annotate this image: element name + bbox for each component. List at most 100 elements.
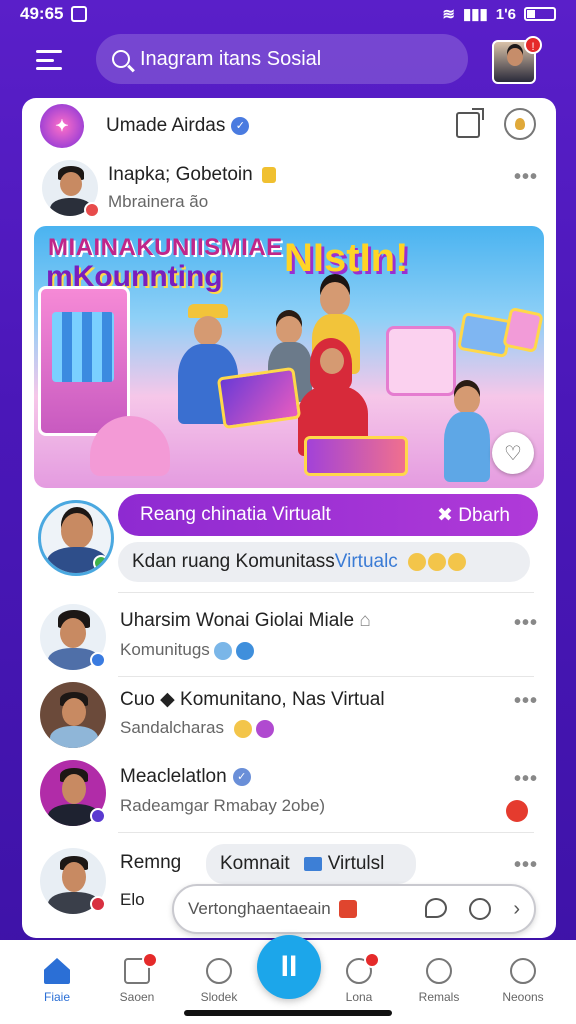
composer-placeholder: Vertonghaentaeain [188, 899, 331, 918]
emoji-icon [447, 553, 466, 571]
chat-icon [346, 952, 380, 984]
search-icon [112, 50, 130, 68]
divider [118, 592, 534, 593]
share-icon[interactable] [456, 108, 484, 138]
tag-suffix: Virtulsl [327, 853, 385, 874]
list-item[interactable]: Uharsim Wonai Giolai Miale ⌂ Komunitugs … [38, 602, 538, 674]
create-button[interactable]: II [257, 935, 321, 999]
online-badge [93, 555, 109, 571]
card-header: ✦ Umade Airdas ✓ [22, 98, 556, 154]
clock-icon [206, 958, 232, 984]
tablet-device [216, 366, 302, 430]
brand-logo[interactable]: ✦ [40, 104, 84, 148]
nav-home[interactable]: Fiaie [22, 958, 92, 1004]
verified-badge [90, 808, 106, 824]
grey-pill-text: Kdan ruang Komunitass [132, 551, 335, 572]
nav-label: Slodek [200, 990, 238, 1004]
list-item[interactable]: Meaclelatlon ✓ Radeamgar Rmabay 2obe) ••• [38, 758, 538, 830]
status-time: 49:65 [20, 4, 64, 23]
nav-lona[interactable]: Lona [324, 952, 394, 1004]
notification-icon [71, 6, 88, 22]
status-badge [84, 202, 100, 218]
timer-icon[interactable] [469, 898, 492, 920]
tablet-device [304, 436, 408, 476]
booth [386, 326, 456, 396]
more-options-icon[interactable]: ••• [514, 612, 538, 635]
grey-message-pill[interactable]: Kdan ruang Komunitass Virtualc [118, 542, 530, 582]
post-header: Inapka; Gobetoin Mbrainera ão ••• [38, 156, 538, 220]
reaction-icon[interactable]: ♡ [492, 432, 534, 474]
nav-label: Fiaie [43, 990, 70, 1004]
reaction-icon[interactable] [506, 800, 528, 822]
chat-icon[interactable] [425, 898, 448, 918]
tag-icon [262, 166, 276, 183]
tag-prefix: Komnait [220, 853, 290, 874]
send-icon[interactable]: › [513, 898, 520, 921]
status-right-text: 1ʹ6 [495, 5, 516, 23]
row-subtitle: Elo [120, 890, 145, 909]
more-options-icon[interactable]: ••• [514, 768, 538, 791]
row-name: Uharsim Wonai Giolai Miale ⌂ [120, 610, 371, 631]
list-item[interactable]: Cuo ◆ Komunitano, Nas Virtual Sandalchar… [38, 680, 538, 752]
nav-label: Saoen [119, 990, 155, 1004]
divider [118, 676, 534, 677]
tablet-device [502, 306, 544, 354]
verified-icon: ✓ [231, 116, 250, 135]
dismiss-button[interactable]: ✖ Dbarh [437, 504, 510, 527]
featured-user-avatar[interactable] [38, 500, 114, 576]
status-bar: 49:65 ≋ ▮▮▮ 1ʹ6 [0, 0, 576, 28]
post-author-name: Inapka; Gobetoin [108, 164, 276, 186]
bell-icon [426, 958, 452, 984]
search-text: Inagram itans Sosial [140, 47, 322, 70]
badge-icon [213, 641, 232, 660]
signal-icon: ▮▮▮ [462, 6, 488, 23]
banner-title-big: NIstIn! [284, 236, 409, 280]
gift-icon[interactable] [338, 900, 357, 918]
emoji-icon [255, 719, 274, 738]
user-avatar[interactable] [40, 682, 106, 748]
more-options-icon[interactable]: ••• [514, 166, 538, 189]
more-options-icon[interactable]: ••• [514, 854, 538, 877]
row-subtitle: Radeamgar Rmabay 2obe) [120, 796, 326, 815]
verified-badge [90, 652, 106, 668]
row-name: Remng [120, 852, 182, 873]
nav-label: Neoons [502, 990, 544, 1004]
purple-pill-text: Reang chinatia Virtualt [140, 504, 331, 525]
bulb-icon[interactable] [504, 108, 536, 140]
row-name: Cuo ◆ Komunitano, Nas Virtual [120, 689, 385, 710]
post-image[interactable]: MIAINAKUNIISMIAE mKounnting NIstIn! ♡ [34, 226, 544, 488]
battery-icon [524, 7, 556, 21]
nav-neoons[interactable]: Neoons [488, 958, 558, 1004]
post-subtitle: Mbrainera ão [108, 192, 209, 211]
message-composer[interactable]: Vertonghaentaeain › [172, 884, 536, 934]
nav-label: Remals [418, 990, 460, 1004]
row-name: Meaclelatlon ✓ [120, 766, 251, 788]
home-icon: ⌂ [359, 610, 371, 631]
more-options-icon[interactable]: ••• [514, 690, 538, 713]
nav-saoen[interactable]: Saoen [102, 952, 172, 1004]
menu-icon[interactable] [36, 50, 62, 70]
community-tag[interactable]: Komnait Virtulsl [206, 844, 416, 884]
grey-pill-highlight: Virtualc [334, 551, 398, 572]
nav-label: Lona [345, 990, 373, 1004]
profile-icon [510, 958, 536, 984]
app-header: Inagram itans Sosial ! [0, 30, 576, 90]
banner-title-line1: MIAINAKUNIISMIAE [48, 234, 283, 261]
status-badge [90, 896, 106, 912]
divider [118, 832, 534, 833]
wifi-icon: ≋ [442, 6, 455, 23]
tv-icon [303, 857, 322, 871]
emoji-icon [233, 719, 252, 738]
search-bar[interactable]: Inagram itans Sosial [96, 34, 468, 84]
notification-badge: ! [524, 36, 542, 54]
profile-avatar[interactable]: ! [492, 36, 542, 84]
emoji-icon [427, 553, 446, 571]
row-subtitle: Komunitugs [120, 640, 254, 660]
feed-card: ✦ Umade Airdas ✓ Inapka; Gobetoin Mbraine… [22, 98, 556, 938]
purple-message-pill[interactable]: Reang chinatia Virtualt ✖ Dbarh [118, 494, 538, 536]
nav-slodek[interactable]: Slodek [184, 958, 254, 1004]
home-indicator [184, 1010, 392, 1016]
brand-title: Umade Airdas ✓ [106, 115, 250, 137]
nav-remals[interactable]: Remals [404, 958, 474, 1004]
store-icon [124, 952, 158, 984]
